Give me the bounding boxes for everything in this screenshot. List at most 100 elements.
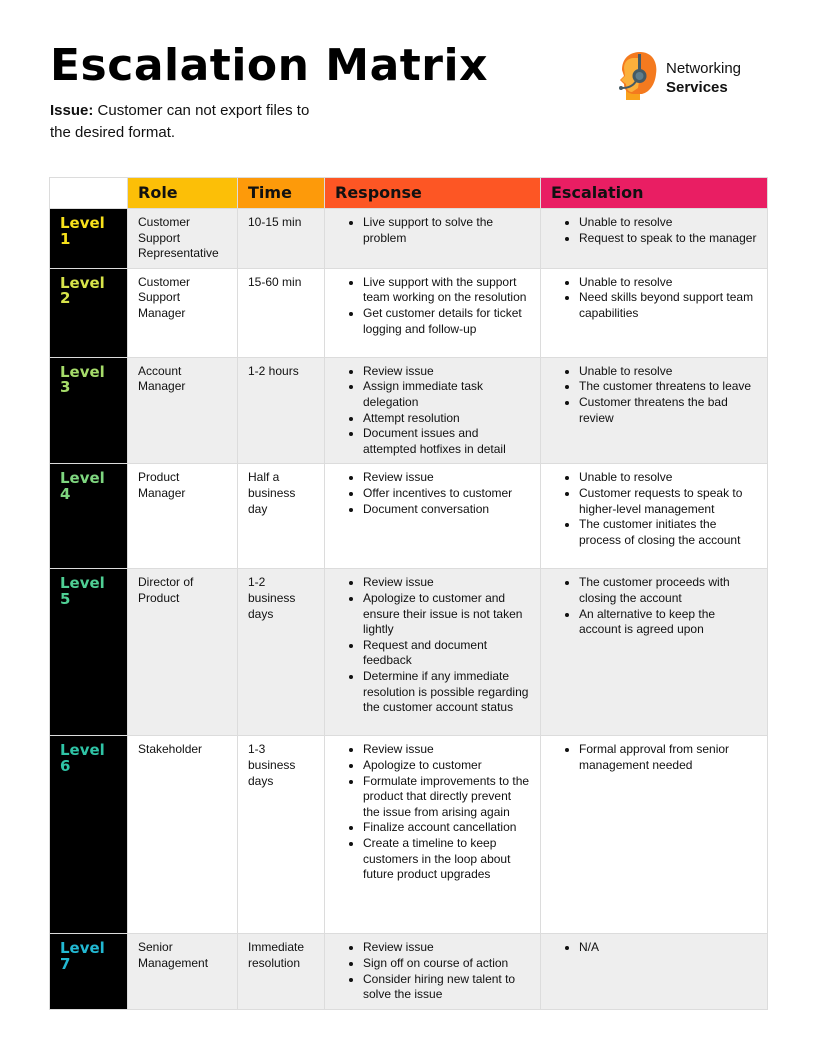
column-header-time: Time	[237, 177, 325, 209]
response-item: Review issue	[363, 470, 530, 486]
table-row: Level 1 Customer Support Representative 10…	[49, 208, 768, 269]
escalation-list: Unable to resolveNeed skills beyond supp…	[551, 275, 757, 322]
table-row: Level 3Account Manager1-2 hoursReview is…	[49, 356, 768, 465]
response-list: Live support with the support team worki…	[335, 275, 530, 337]
column-header-role: Role	[127, 177, 238, 209]
response-item: Determine if any immediate resolution is…	[363, 669, 530, 716]
page-title: Escalation Matrix	[50, 40, 488, 91]
role-cell: Customer Support Manager	[127, 267, 238, 358]
time-cell: Immediate resolution	[237, 933, 325, 1010]
response-cell: Review issueApologize to customerFormula…	[324, 735, 541, 935]
level-label: Level 5	[49, 568, 128, 737]
response-item: Finalize account cancellation	[363, 820, 530, 836]
level-label: Level 7	[49, 933, 128, 1010]
issue-label: Issue:	[50, 102, 94, 119]
escalation-item: Customer threatens the bad review	[579, 395, 757, 426]
response-item: Assign immediate task delegation	[363, 379, 530, 410]
response-cell: Live support with the support team worki…	[324, 267, 541, 358]
escalation-cell: Formal approval from senior management n…	[540, 735, 768, 935]
escalation-item: Formal approval from senior management n…	[579, 742, 757, 773]
table-row: Level 6Stakeholder1-3 business daysRevie…	[49, 735, 768, 935]
table-row: Level 4 Product Manager Half a business da…	[49, 463, 768, 570]
role-cell: Senior Management	[127, 933, 238, 1010]
escalation-item: N/A	[579, 940, 757, 956]
level-label: Level 6	[49, 735, 128, 935]
escalation-list: Unable to resolveCustomer requests to sp…	[551, 470, 757, 548]
table-header-row: Role Time Response Escalation	[49, 177, 768, 209]
role-cell: Account Manager	[127, 356, 238, 465]
escalation-cell: N/A	[540, 933, 768, 1010]
column-header-response: Response	[324, 177, 541, 209]
escalation-item: The customer threatens to leave	[579, 379, 757, 395]
response-item: Document conversation	[363, 502, 530, 518]
role-cell: Customer Support Representative	[127, 208, 238, 269]
escalation-list: Unable to resolveRequest to speak to the…	[551, 215, 757, 246]
table-row: Level 7 Senior Management Immediate resolu…	[49, 933, 768, 1010]
escalation-item: The customer initiates the process of cl…	[579, 517, 757, 548]
escalation-cell: The customer proceeds with closing the a…	[540, 568, 768, 737]
response-list: Review issueApologize to customerFormula…	[335, 742, 530, 882]
response-list: Review issueOffer incentives to customer…	[335, 470, 530, 517]
response-item: Offer incentives to customer	[363, 486, 530, 502]
level-label: Level 1	[49, 208, 128, 269]
response-cell: Review issueApologize to customer and en…	[324, 568, 541, 737]
table-row: Level 2 Customer Support Manager 15-60 min…	[49, 267, 768, 358]
response-item: Request and document feedback	[363, 638, 530, 669]
response-item: Attempt resolution	[363, 411, 530, 427]
company-logo: Networking Services	[612, 50, 741, 105]
escalation-item: The customer proceeds with closing the a…	[579, 575, 757, 606]
escalation-item: An alternative to keep the account is ag…	[579, 607, 757, 638]
escalation-cell: Unable to resolveThe customer threatens …	[540, 356, 768, 465]
escalation-list: N/A	[551, 940, 757, 956]
role-cell: Stakeholder	[127, 735, 238, 935]
role-cell: Director of Product	[127, 568, 238, 737]
time-cell: Half a business day	[237, 463, 325, 570]
escalation-cell: Unable to resolveCustomer requests to sp…	[540, 463, 768, 570]
response-item: Document issues and attempted hotfixes i…	[363, 426, 530, 457]
time-cell: 1-2 business days	[237, 568, 325, 737]
company-name-line1: Networking	[666, 59, 742, 77]
escalation-item: Need skills beyond support team capabili…	[579, 290, 757, 321]
response-item: Formulate improvements to the product th…	[363, 774, 530, 821]
response-item: Apologize to customer and ensure their i…	[363, 591, 530, 638]
escalation-item: Customer requests to speak to higher-lev…	[579, 486, 757, 517]
response-cell: Live support to solve the problem	[324, 208, 541, 269]
response-list: Review issueAssign immediate task delega…	[335, 364, 530, 458]
response-cell: Review issueAssign immediate task delega…	[324, 356, 541, 465]
column-header-level	[49, 177, 128, 209]
escalation-item: Unable to resolve	[579, 215, 757, 231]
time-cell: 10-15 min	[237, 208, 325, 269]
response-cell: Review issueOffer incentives to customer…	[324, 463, 541, 570]
escalation-item: Unable to resolve	[579, 470, 757, 486]
response-item: Create a timeline to keep customers in t…	[363, 836, 530, 883]
response-item: Live support with the support team worki…	[363, 275, 530, 306]
escalation-list: The customer proceeds with closing the a…	[551, 575, 757, 637]
time-cell: 15-60 min	[237, 267, 325, 358]
response-item: Consider hiring new talent to solve the …	[363, 972, 530, 1003]
escalation-matrix-table: Role Time Response Escalation Level 1 Cus…	[49, 177, 768, 1010]
level-label: Level 2	[49, 267, 128, 358]
column-header-escalation: Escalation	[540, 177, 768, 209]
response-item: Review issue	[363, 364, 530, 380]
level-label: Level 4	[49, 463, 128, 570]
escalation-list: Unable to resolveThe customer threatens …	[551, 364, 757, 426]
company-name: Networking Services	[666, 59, 741, 97]
response-cell: Review issueSign off on course of action…	[324, 933, 541, 1010]
escalation-list: Formal approval from senior management n…	[551, 742, 757, 773]
escalation-cell: Unable to resolveNeed skills beyond supp…	[540, 267, 768, 358]
role-cell: Product Manager	[127, 463, 238, 570]
response-item: Live support to solve the problem	[363, 215, 530, 246]
escalation-item: Request to speak to the manager	[579, 231, 757, 247]
response-list: Review issueApologize to customer and en…	[335, 575, 530, 715]
response-item: Review issue	[363, 940, 530, 956]
response-item: Sign off on course of action	[363, 956, 530, 972]
time-cell: 1-3 business days	[237, 735, 325, 935]
support-agent-headset-icon	[612, 50, 660, 105]
table-row: Level 5 Director of Product 1-2 business d…	[49, 568, 768, 737]
company-name-line2: Services	[666, 78, 728, 96]
escalation-item: Unable to resolve	[579, 364, 757, 380]
escalation-cell: Unable to resolveRequest to speak to the…	[540, 208, 768, 269]
level-label: Level 3	[49, 356, 128, 465]
response-item: Apologize to customer	[363, 758, 530, 774]
response-item: Get customer details for ticket logging …	[363, 306, 530, 337]
